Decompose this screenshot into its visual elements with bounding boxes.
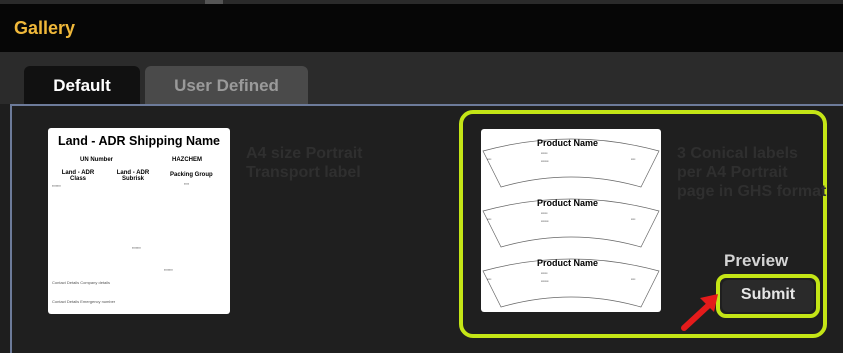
conical-small-text: ▪▪▪▪▪▪ [541,211,548,215]
label-preview-small-text: ▪▪▪▪▪▪▪ [164,268,173,272]
label-preview-hazchem: HAZCHEM [172,157,202,163]
label-preview-class: Land - ADR Class [61,170,95,182]
conical-small-text: ▪▪▪▪▪▪ [541,151,548,155]
template-description-transport: A4 size Portrait Transport label [246,145,363,181]
label-preview-small-text: ▪▪▪▪▪▪▪ [52,184,61,188]
label-preview-title: Land - ADR Shipping Name [57,134,221,148]
label-preview-contact-company: Contact Details Company details [52,280,111,285]
conical-small-text: ▪▪▪▪ [487,277,492,281]
preview-link[interactable]: Preview [724,251,788,271]
conical-product-name: Product Name [537,258,599,268]
conical-small-text: ▪▪▪▪ [631,157,636,161]
template-thumbnail-conical[interactable]: Product Name ▪▪▪▪▪▪ ▪▪▪▪▪▪▪ ▪▪▪▪ ▪▪▪▪ Pr… [481,129,661,312]
header-band [0,52,843,66]
conical-product-name: Product Name [537,198,599,208]
conical-small-text: ▪▪▪▪ [631,277,636,281]
label-preview-small-text: ▪▪▪▪▪▪▪ [132,246,141,250]
window-title: Gallery [14,18,76,38]
conical-small-text: ▪▪▪▪ [487,217,492,221]
tab-user-defined[interactable]: User Defined [145,66,308,104]
title-bar: Gallery [0,4,843,52]
conical-small-text: ▪▪▪▪▪▪ [541,271,548,275]
submit-button[interactable]: Submit [722,280,814,312]
label-preview-contact-emergency: Contact Details Emergency number [52,299,116,304]
conical-small-text: ▪▪▪▪▪▪▪ [541,159,549,163]
red-arrow-icon [681,294,718,331]
tab-default[interactable]: Default [24,66,140,104]
template-description-conical: 3 Conical labels per A4 Portrait page in… [677,145,827,200]
tab-bar: Default User Defined [0,66,843,104]
conical-small-text: ▪▪▪▪▪▪▪ [541,219,549,223]
conical-small-text: ▪▪▪▪ [487,157,492,161]
label-preview-packing-group: Packing Group [170,172,213,178]
label-preview-small-text: ▪▪▪▪ [184,182,189,186]
label-preview-subrisk: Land - ADR Subrisk [116,170,150,182]
conical-small-text: ▪▪▪▪ [631,217,636,221]
conical-product-name: Product Name [537,138,599,148]
conical-small-text: ▪▪▪▪▪▪▪ [541,279,549,283]
template-thumbnail-transport[interactable]: Land - ADR Shipping Name UN Number HAZCH… [48,128,230,314]
label-preview-un-number: UN Number [80,157,114,163]
